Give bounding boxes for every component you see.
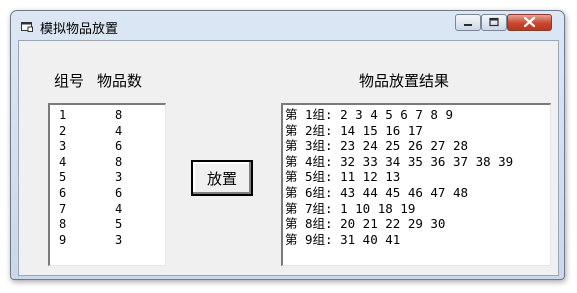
item-count: 5	[115, 217, 123, 232]
list-item[interactable]: 第 3组: 23 24 25 26 27 28	[285, 138, 550, 154]
item-count: 8	[115, 154, 123, 169]
item-count: 3	[115, 170, 123, 185]
item-count: 4	[115, 123, 123, 138]
maximize-button[interactable]	[481, 14, 507, 31]
group-number: 2	[59, 123, 67, 138]
close-icon	[523, 16, 536, 28]
list-item[interactable]: 第 7组: 1 10 18 19	[285, 201, 550, 217]
item-count: 6	[115, 139, 123, 154]
minimize-button[interactable]	[455, 14, 481, 31]
list-item[interactable]: 第 9组: 31 40 41	[285, 232, 550, 248]
list-item[interactable]: 36	[59, 139, 165, 155]
app-window: 模拟物品放置 组号 物品数 物品放置结果 182436485366748593 …	[10, 10, 565, 280]
list-item[interactable]: 66	[59, 186, 165, 202]
maximize-icon	[489, 17, 499, 27]
client-area: 组号 物品数 物品放置结果 182436485366748593 放置 第 1组…	[18, 40, 559, 276]
list-item[interactable]: 第 6组: 43 44 45 46 47 48	[285, 185, 550, 201]
close-button[interactable]	[507, 14, 552, 31]
group-number-header: 组号	[54, 72, 85, 90]
item-count: 3	[115, 232, 123, 247]
list-item[interactable]: 74	[59, 202, 165, 218]
list-item[interactable]: 85	[59, 217, 165, 233]
placement-result-header: 物品放置结果	[359, 72, 450, 90]
list-item[interactable]: 第 4组: 32 33 34 35 36 37 38 39	[285, 154, 550, 170]
list-item[interactable]: 53	[59, 170, 165, 186]
group-number: 5	[59, 170, 67, 185]
list-item[interactable]: 第 5组: 11 12 13	[285, 169, 550, 185]
group-number: 9	[59, 232, 67, 247]
placement-result-listbox[interactable]: 第 1组: 2 3 4 5 6 7 8 9第 2组: 14 15 16 17 第 …	[281, 103, 551, 266]
place-button[interactable]: 放置	[191, 160, 253, 196]
list-item[interactable]: 24	[59, 124, 165, 140]
group-number: 8	[59, 217, 67, 232]
group-number: 3	[59, 139, 67, 154]
window-title: 模拟物品放置	[40, 22, 119, 37]
group-number: 1	[59, 108, 67, 122]
list-item[interactable]: 第 1组: 2 3 4 5 6 7 8 9	[285, 107, 550, 123]
list-item[interactable]: 93	[59, 233, 165, 249]
group-number: 4	[59, 154, 67, 169]
list-item[interactable]: 第 8组: 20 21 22 29 30	[285, 216, 550, 232]
group-number: 6	[59, 185, 67, 200]
app-icon	[21, 22, 33, 32]
list-item[interactable]: 第 2组: 14 15 16 17	[285, 123, 550, 139]
item-count-header: 物品数	[97, 72, 143, 90]
title-bar[interactable]: 模拟物品放置	[11, 11, 564, 41]
group-number: 7	[59, 201, 67, 216]
item-count: 4	[115, 201, 123, 216]
item-count: 6	[115, 185, 123, 200]
item-count: 8	[115, 108, 123, 122]
list-item[interactable]: 18	[59, 108, 165, 124]
minimize-icon	[464, 24, 472, 26]
group-item-listbox[interactable]: 182436485366748593	[48, 103, 166, 266]
list-item[interactable]: 48	[59, 155, 165, 171]
